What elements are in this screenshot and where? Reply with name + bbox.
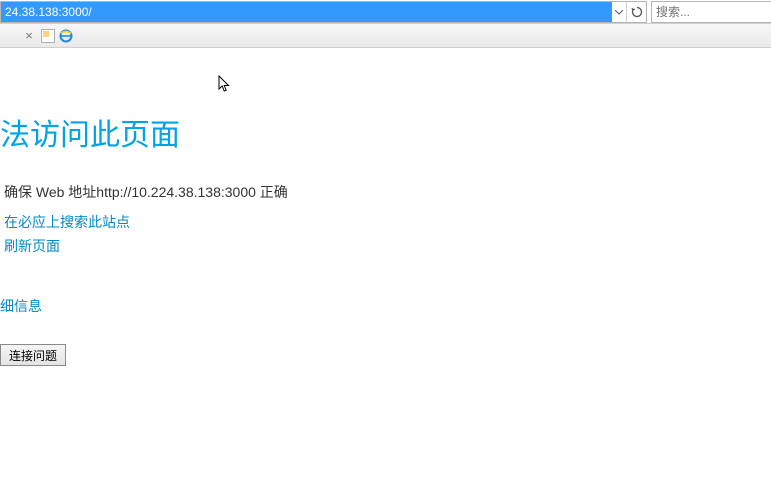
- cursor-icon: [218, 75, 232, 96]
- tab-bar: ×: [0, 24, 771, 48]
- fix-connection-button[interactable]: 连接问题: [0, 344, 66, 366]
- search-bar-container: [651, 1, 771, 23]
- refresh-page-link[interactable]: 刷新页面: [0, 236, 771, 256]
- refresh-button[interactable]: [626, 2, 646, 22]
- search-input[interactable]: [652, 2, 771, 22]
- error-page-content: 法访问此页面 确保 Web 地址http://10.224.38.138:300…: [0, 110, 771, 366]
- error-title: 法访问此页面: [0, 110, 771, 154]
- address-input[interactable]: [1, 2, 612, 22]
- address-bar-container: [0, 1, 647, 23]
- address-history-dropdown[interactable]: [612, 2, 626, 22]
- close-tab-icon[interactable]: ×: [22, 29, 36, 43]
- blank-page-icon[interactable]: [40, 28, 56, 44]
- browser-toolbar: [0, 0, 771, 24]
- ie-icon[interactable]: [58, 28, 74, 44]
- error-message: 确保 Web 地址http://10.224.38.138:3000 正确: [0, 182, 771, 202]
- bing-search-link[interactable]: 在必应上搜索此站点: [0, 212, 771, 232]
- details-toggle[interactable]: 细信息: [0, 296, 771, 316]
